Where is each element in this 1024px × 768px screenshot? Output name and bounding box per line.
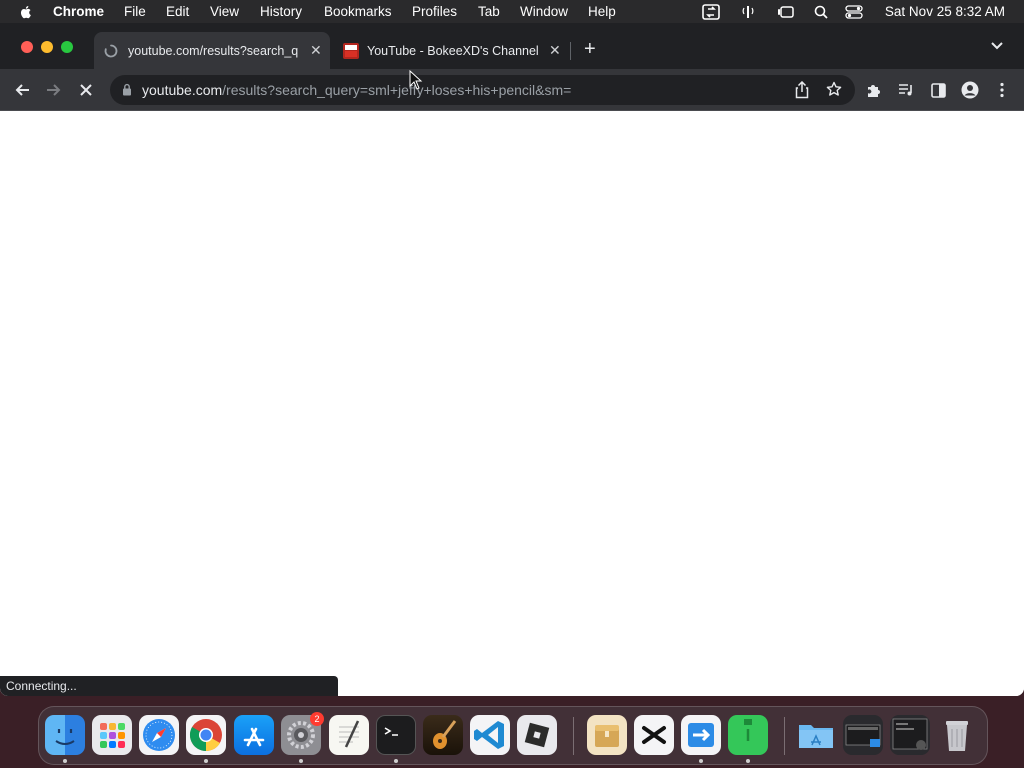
profile-avatar-icon[interactable] xyxy=(960,80,980,100)
safari-icon[interactable] xyxy=(139,715,179,755)
capcut-icon[interactable] xyxy=(634,715,674,755)
chrome-menu-kebab-icon[interactable] xyxy=(992,80,1012,100)
trash-icon[interactable] xyxy=(937,715,977,755)
notification-badge: 2 xyxy=(310,712,324,726)
screenshot-thumbnail-icon[interactable] xyxy=(843,715,883,755)
menu-file[interactable]: File xyxy=(124,4,146,19)
lock-icon[interactable] xyxy=(122,83,132,96)
menu-profiles[interactable]: Profiles xyxy=(412,4,457,19)
control-center-icon[interactable] xyxy=(845,4,863,20)
chrome-icon[interactable] xyxy=(186,715,226,755)
close-window-button[interactable] xyxy=(21,41,33,53)
apple-icon[interactable] xyxy=(18,4,34,20)
menu-edit[interactable]: Edit xyxy=(166,4,189,19)
garageband-icon[interactable] xyxy=(423,715,463,755)
stop-loading-x-icon[interactable] xyxy=(76,80,96,100)
forward-arrow-icon[interactable] xyxy=(44,80,64,100)
menu-help[interactable]: Help xyxy=(588,4,616,19)
finder-icon[interactable] xyxy=(45,715,85,755)
launchpad-icon[interactable] xyxy=(92,715,132,755)
app-store-icon[interactable] xyxy=(234,715,274,755)
tab-close-icon[interactable]: ✕ xyxy=(310,42,322,59)
side-panel-icon[interactable] xyxy=(928,80,948,100)
antenna-icon[interactable] xyxy=(739,4,757,20)
system-settings-icon[interactable]: 2 xyxy=(281,712,324,755)
running-indicator xyxy=(394,759,398,763)
tab-divider xyxy=(570,42,571,60)
macos-dock: 2 xyxy=(38,706,988,765)
spotlight-search-icon[interactable] xyxy=(812,4,830,20)
running-indicator xyxy=(746,759,750,763)
new-tab-plus-icon[interactable]: + xyxy=(584,39,596,59)
menu-app-name[interactable]: Chrome xyxy=(53,4,104,19)
tab-close-icon[interactable]: ✕ xyxy=(549,42,561,59)
url-host: youtube.com xyxy=(142,82,223,98)
share-icon[interactable] xyxy=(794,80,810,104)
running-indicator xyxy=(699,759,703,763)
archive-utility-icon[interactable] xyxy=(587,715,627,755)
url-path: /results?search_query=sml+jeffy+loses+hi… xyxy=(222,82,572,98)
roblox-icon[interactable] xyxy=(517,715,557,755)
vscode-icon[interactable] xyxy=(470,715,510,755)
mouse-cursor-icon xyxy=(409,70,423,90)
applications-folder-icon[interactable] xyxy=(796,715,836,755)
youtube-favicon-icon xyxy=(343,43,359,59)
menu-tab[interactable]: Tab xyxy=(478,4,500,19)
chrome-window: youtube.com/results?search_q ✕ YouTube -… xyxy=(0,23,1024,696)
dock-divider xyxy=(784,717,785,755)
stage-manager-icon[interactable] xyxy=(777,4,795,20)
recent-document-icon[interactable] xyxy=(890,715,930,755)
menu-bookmarks[interactable]: Bookmarks xyxy=(324,4,392,19)
browser-toolbar: youtube.com/results?search_query=sml+jef… xyxy=(0,69,1024,111)
running-indicator xyxy=(63,759,67,763)
zoom-window-button[interactable] xyxy=(61,41,73,53)
tab-title: youtube.com/results?search_q xyxy=(128,43,298,58)
migration-assistant-icon[interactable] xyxy=(681,715,721,755)
terminal-icon[interactable] xyxy=(376,715,416,755)
dock-divider xyxy=(573,717,574,755)
loading-spinner-icon xyxy=(104,44,118,58)
address-bar[interactable]: youtube.com/results?search_query=sml+jef… xyxy=(110,75,855,105)
page-content[interactable]: Connecting... xyxy=(0,111,1024,696)
menu-bar-clock[interactable]: Sat Nov 25 8:32 AM xyxy=(885,4,1005,19)
tab-bokeexd-channel[interactable]: YouTube - BokeeXD's Channel ✕ xyxy=(334,32,566,69)
textedit-icon[interactable] xyxy=(329,715,369,755)
menu-view[interactable]: View xyxy=(210,4,239,19)
macos-menu-bar: Chrome File Edit View History Bookmarks … xyxy=(0,0,1024,23)
screen-share-icon[interactable] xyxy=(702,4,720,20)
tab-title: YouTube - BokeeXD's Channel xyxy=(367,43,539,58)
tab-search-chevron-down-icon[interactable] xyxy=(990,41,1004,51)
running-indicator xyxy=(299,759,303,763)
extensions-puzzle-icon[interactable] xyxy=(864,80,884,100)
status-bubble: Connecting... xyxy=(0,676,338,696)
bookmark-star-icon[interactable] xyxy=(826,81,842,102)
menu-window[interactable]: Window xyxy=(520,4,568,19)
running-indicator xyxy=(204,759,208,763)
tab-youtube-results[interactable]: youtube.com/results?search_q ✕ xyxy=(94,32,330,69)
minimize-window-button[interactable] xyxy=(41,41,53,53)
media-controls-icon[interactable] xyxy=(896,80,916,100)
back-arrow-icon[interactable] xyxy=(12,80,32,100)
menu-history[interactable]: History xyxy=(260,4,302,19)
url-text[interactable]: youtube.com/results?search_query=sml+jef… xyxy=(142,82,571,98)
green-app-icon[interactable] xyxy=(728,715,768,755)
tab-strip: youtube.com/results?search_q ✕ YouTube -… xyxy=(0,23,1024,69)
